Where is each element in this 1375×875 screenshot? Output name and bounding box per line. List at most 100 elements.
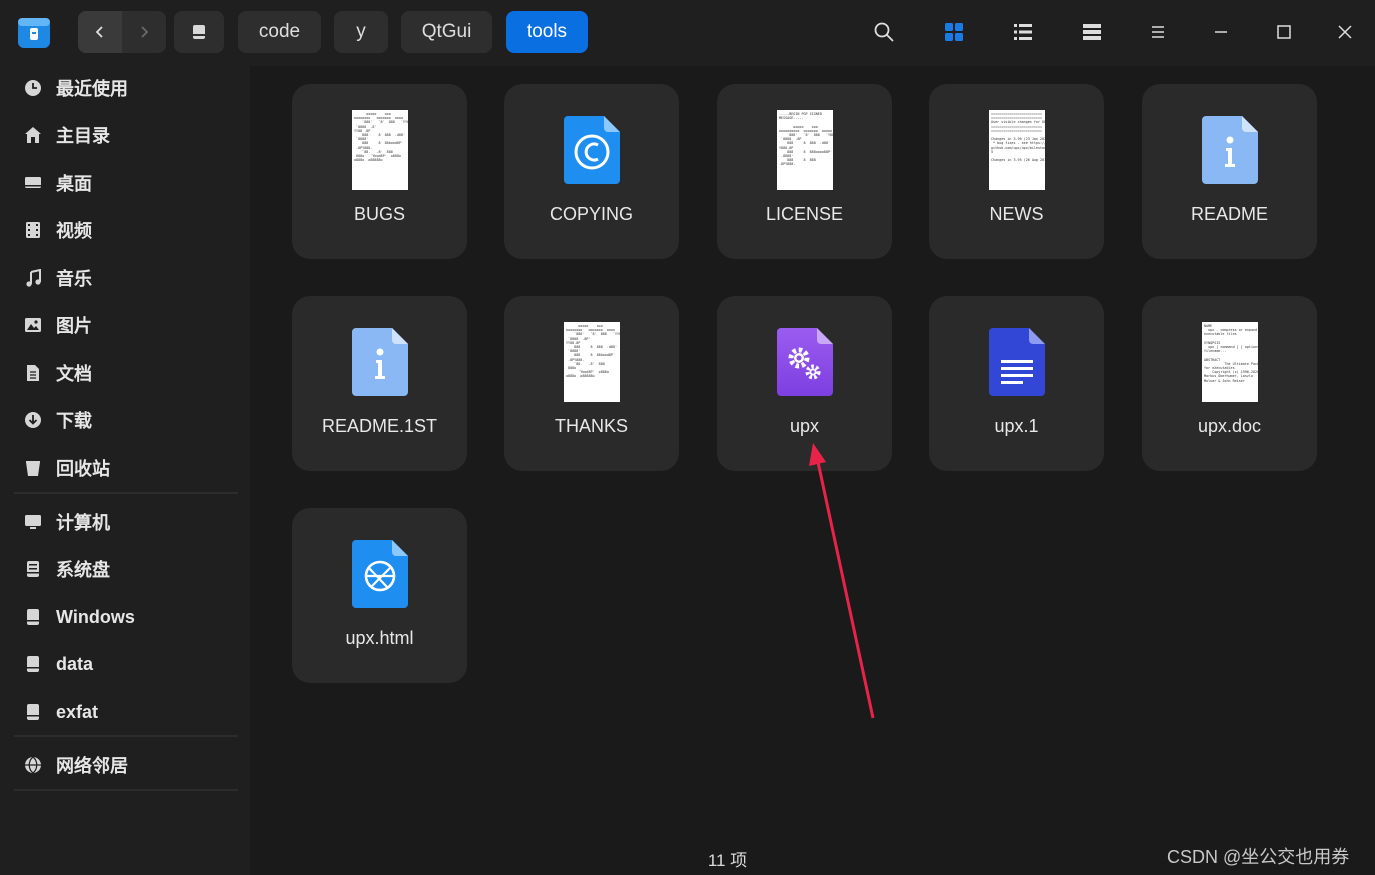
sidebar-item-downloads[interactable]: 下载 xyxy=(14,398,238,442)
icon-view-button[interactable] xyxy=(940,18,968,46)
text-thumbnail-icon: ooooo ooo oooooooo ooooooo oooo `888' `8… xyxy=(560,322,624,402)
drive-icon xyxy=(22,653,44,675)
close-icon xyxy=(1338,25,1352,39)
file-item-upx-1[interactable]: upx.1 xyxy=(929,296,1104,471)
minimize-button[interactable] xyxy=(1207,18,1235,46)
sidebar-item-data[interactable]: data xyxy=(14,642,238,686)
sidebar-divider xyxy=(14,735,238,737)
sidebar-item-network[interactable]: 网络邻居 xyxy=(14,743,238,787)
detail-view-button[interactable] xyxy=(1078,18,1106,46)
file-name: README xyxy=(1190,204,1268,224)
sidebar-item-computer[interactable]: 计算机 xyxy=(14,500,238,544)
file-name: upx.doc xyxy=(1197,416,1262,436)
file-name: THANKS xyxy=(554,416,628,436)
trash-icon xyxy=(22,457,44,479)
sidebar-item-windows[interactable]: Windows xyxy=(14,595,238,639)
computer-icon xyxy=(22,511,44,533)
info-icon xyxy=(348,322,412,402)
menu-button[interactable] xyxy=(1144,18,1172,46)
back-button[interactable] xyxy=(78,11,122,53)
file-item-thanks[interactable]: ooooo ooo oooooooo ooooooo oooo `888' `8… xyxy=(504,296,679,471)
sidebar-item-label: 文档 xyxy=(56,364,92,384)
file-grid: ooooo ooo oooooooo ooooooo oooo `888' `8… xyxy=(250,66,1375,875)
sidebar-divider xyxy=(14,492,238,494)
maximize-icon xyxy=(1277,25,1291,39)
sidebar-item-trash[interactable]: 回收站 xyxy=(14,446,238,490)
drive-icon xyxy=(193,25,205,39)
file-item-news[interactable]: ========================= ==============… xyxy=(929,84,1104,259)
sidebar-item-label: 视频 xyxy=(56,221,92,241)
system-disk-icon xyxy=(22,558,44,580)
network-icon xyxy=(22,754,44,776)
sidebar-item-music[interactable]: 音乐 xyxy=(14,256,238,300)
sidebar-item-label: 计算机 xyxy=(56,513,110,533)
file-item-readme[interactable]: README xyxy=(1142,84,1317,259)
list-view-button[interactable] xyxy=(1009,18,1037,46)
breadcrumb-tools[interactable]: tools xyxy=(506,11,588,53)
sidebar-item-label: data xyxy=(56,653,94,674)
breadcrumb-y[interactable]: y xyxy=(334,11,388,53)
file-item-license[interactable]: -----BEGIN PGP SIGNED MESSAGE----- ooooo… xyxy=(717,84,892,259)
web-icon xyxy=(348,534,412,614)
breadcrumb-root-drive[interactable] xyxy=(174,11,224,53)
text-thumbnail-icon: -----BEGIN PGP SIGNED MESSAGE----- ooooo… xyxy=(773,110,837,190)
hamburger-menu-icon xyxy=(1152,26,1164,38)
info-icon xyxy=(1198,110,1262,190)
sidebar-item-label: 音乐 xyxy=(56,269,92,289)
sidebar-item-label: 系统盘 xyxy=(56,560,110,580)
sidebar-item-documents[interactable]: 文档 xyxy=(14,351,238,395)
breadcrumb-qtgui[interactable]: QtGui xyxy=(401,11,492,53)
grid-view-icon xyxy=(945,23,963,41)
drive-icon xyxy=(22,606,44,628)
file-item-copying[interactable]: COPYING xyxy=(504,84,679,259)
sidebar-item-label: 主目录 xyxy=(56,126,110,146)
sidebar-item-label: 下载 xyxy=(56,411,92,431)
file-item-upx-doc[interactable]: NAME upx - compress or expand executable… xyxy=(1142,296,1317,471)
close-button[interactable] xyxy=(1331,18,1359,46)
executable-icon xyxy=(773,322,837,402)
sidebar-item-system-disk[interactable]: 系统盘 xyxy=(14,547,238,591)
file-name: NEWS xyxy=(989,204,1044,224)
text-thumbnail-icon: ooooo ooo oooooooo ooooooo oooo `888' `8… xyxy=(348,110,412,190)
file-item-readme-1st[interactable]: README.1ST xyxy=(292,296,467,471)
sidebar-divider xyxy=(14,789,238,791)
video-icon xyxy=(22,219,44,241)
file-item-upx[interactable]: upx xyxy=(717,296,892,471)
copyright-icon xyxy=(560,110,624,190)
clock-icon xyxy=(22,77,44,99)
breadcrumb-code[interactable]: code xyxy=(238,11,321,53)
file-name: upx.html xyxy=(345,628,414,648)
sidebar-item-pictures[interactable]: 图片 xyxy=(14,303,238,347)
file-name: upx.1 xyxy=(994,416,1039,436)
file-name: BUGS xyxy=(353,204,405,224)
image-icon xyxy=(22,314,44,336)
sidebar: 最近使用 主目录 桌面 视频 音乐 图片 文档 下载 回收站 计算机 系统盘 W… xyxy=(0,66,250,875)
forward-button[interactable] xyxy=(122,11,166,53)
file-item-bugs[interactable]: ooooo ooo oooooooo ooooooo oooo `888' `8… xyxy=(292,84,467,259)
sidebar-item-videos[interactable]: 视频 xyxy=(14,208,238,252)
list-view-icon xyxy=(1014,24,1032,40)
file-item-upx-html[interactable]: upx.html xyxy=(292,508,467,683)
document-icon xyxy=(985,322,1049,402)
text-thumbnail-icon: ========================= ==============… xyxy=(985,110,1049,190)
sidebar-item-exfat[interactable]: exfat xyxy=(14,690,238,734)
document-icon xyxy=(22,362,44,384)
detail-view-icon xyxy=(1083,24,1101,40)
search-icon[interactable] xyxy=(870,18,898,46)
home-icon xyxy=(22,124,44,146)
file-name: COPYING xyxy=(549,204,633,224)
sidebar-item-label: 回收站 xyxy=(56,459,110,479)
sidebar-item-desktop[interactable]: 桌面 xyxy=(14,161,238,205)
sidebar-item-recent[interactable]: 最近使用 xyxy=(14,66,238,110)
navigation-group xyxy=(78,11,166,53)
sidebar-item-label: 最近使用 xyxy=(56,79,128,99)
maximize-button[interactable] xyxy=(1270,18,1298,46)
sidebar-item-home[interactable]: 主目录 xyxy=(14,113,238,157)
music-icon xyxy=(22,267,44,289)
sidebar-item-label: Windows xyxy=(56,606,135,627)
status-item-count: 11 项 xyxy=(707,851,748,870)
sidebar-item-label: exfat xyxy=(56,701,99,722)
watermark-text: CSDN @坐公交也用券 xyxy=(1167,847,1350,867)
chevron-left-icon xyxy=(95,26,103,38)
file-name: LICENSE xyxy=(765,204,844,224)
